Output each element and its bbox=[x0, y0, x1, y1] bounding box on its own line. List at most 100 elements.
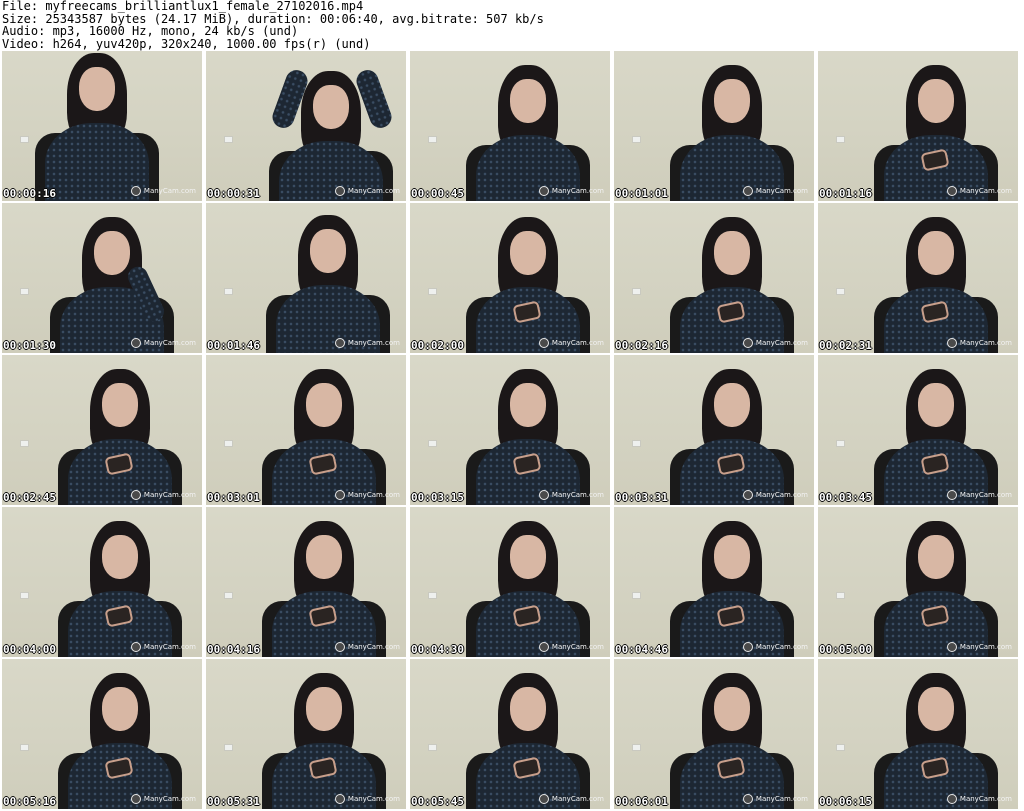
manycam-logo-icon bbox=[742, 794, 753, 804]
manycam-watermark: ManyCam.com bbox=[742, 794, 808, 804]
manycam-logo-icon bbox=[742, 186, 753, 196]
wall-outlet bbox=[224, 440, 233, 447]
manycam-watermark: ManyCam.com bbox=[130, 794, 196, 804]
watermark-text: ManyCam.com bbox=[755, 187, 808, 195]
watermark-text: ManyCam.com bbox=[959, 187, 1012, 195]
watermark-text: ManyCam.com bbox=[755, 491, 808, 499]
video-thumbnail: ManyCam.com 00:00:45 bbox=[410, 51, 610, 201]
thumbnail-timestamp: 00:02:31 bbox=[819, 339, 872, 352]
video-thumbnail: ManyCam.com 00:03:01 bbox=[206, 355, 406, 505]
manycam-watermark: ManyCam.com bbox=[130, 490, 196, 500]
thumbnail-timestamp: 00:05:00 bbox=[819, 643, 872, 656]
face bbox=[510, 383, 546, 427]
face bbox=[102, 383, 138, 427]
thumbnail-timestamp: 00:01:01 bbox=[615, 187, 668, 200]
file-info-header: File: myfreecams_brilliantlux1_female_27… bbox=[2, 0, 1020, 50]
thumbnail-timestamp: 00:03:45 bbox=[819, 491, 872, 504]
watermark-text: ManyCam.com bbox=[347, 643, 400, 651]
face bbox=[310, 229, 346, 273]
face bbox=[306, 383, 342, 427]
face bbox=[714, 687, 750, 731]
watermark-text: ManyCam.com bbox=[143, 339, 196, 347]
thumbnail-timestamp: 00:01:30 bbox=[3, 339, 56, 352]
wall-outlet bbox=[632, 592, 641, 599]
thumbnail-timestamp: 00:04:00 bbox=[3, 643, 56, 656]
face bbox=[714, 383, 750, 427]
wall-outlet bbox=[224, 136, 233, 143]
video-thumbnail: ManyCam.com 00:00:16 bbox=[2, 51, 202, 201]
watermark-text: ManyCam.com bbox=[551, 643, 604, 651]
video-thumbnail: ManyCam.com 00:01:01 bbox=[614, 51, 814, 201]
manycam-logo-icon bbox=[946, 794, 957, 804]
watermark-text: ManyCam.com bbox=[143, 491, 196, 499]
face bbox=[510, 687, 546, 731]
manycam-watermark: ManyCam.com bbox=[334, 642, 400, 652]
thumbnail-timestamp: 00:02:16 bbox=[615, 339, 668, 352]
manycam-watermark: ManyCam.com bbox=[538, 490, 604, 500]
thumbnail-timestamp: 00:02:00 bbox=[411, 339, 464, 352]
manycam-logo-icon bbox=[742, 642, 753, 652]
face bbox=[918, 535, 954, 579]
manycam-logo-icon bbox=[538, 642, 549, 652]
wall-outlet bbox=[224, 288, 233, 295]
video-thumbnail: ManyCam.com 00:02:00 bbox=[410, 203, 610, 353]
wall-outlet bbox=[20, 136, 29, 143]
thumbnail-timestamp: 00:00:45 bbox=[411, 187, 464, 200]
thumbnail-timestamp: 00:05:16 bbox=[3, 795, 56, 808]
manycam-watermark: ManyCam.com bbox=[946, 338, 1012, 348]
face bbox=[79, 67, 115, 111]
thumbnail-timestamp: 00:01:46 bbox=[207, 339, 260, 352]
manycam-logo-icon bbox=[334, 338, 345, 348]
manycam-watermark: ManyCam.com bbox=[946, 642, 1012, 652]
watermark-text: ManyCam.com bbox=[551, 491, 604, 499]
manycam-watermark: ManyCam.com bbox=[334, 794, 400, 804]
face bbox=[714, 231, 750, 275]
manycam-watermark: ManyCam.com bbox=[742, 186, 808, 196]
wall-outlet bbox=[428, 440, 437, 447]
manycam-logo-icon bbox=[538, 490, 549, 500]
face bbox=[714, 79, 750, 123]
manycam-watermark: ManyCam.com bbox=[538, 338, 604, 348]
manycam-watermark: ManyCam.com bbox=[130, 338, 196, 348]
video-thumbnail: ManyCam.com 00:03:15 bbox=[410, 355, 610, 505]
manycam-logo-icon bbox=[946, 642, 957, 652]
manycam-watermark: ManyCam.com bbox=[538, 794, 604, 804]
wall-outlet bbox=[428, 288, 437, 295]
face bbox=[918, 231, 954, 275]
thumbnail-timestamp: 00:02:45 bbox=[3, 491, 56, 504]
watermark-text: ManyCam.com bbox=[959, 643, 1012, 651]
manycam-logo-icon bbox=[538, 338, 549, 348]
manycam-watermark: ManyCam.com bbox=[538, 186, 604, 196]
video-thumbnail: ManyCam.com 00:01:16 bbox=[818, 51, 1018, 201]
video-info-line: Video: h264, yuv420p, 320x240, 1000.00 f… bbox=[2, 36, 371, 51]
manycam-logo-icon bbox=[946, 186, 957, 196]
manycam-logo-icon bbox=[334, 642, 345, 652]
manycam-watermark: ManyCam.com bbox=[334, 490, 400, 500]
manycam-watermark: ManyCam.com bbox=[334, 186, 400, 196]
manycam-logo-icon bbox=[130, 186, 141, 196]
watermark-text: ManyCam.com bbox=[755, 643, 808, 651]
video-thumbnail: ManyCam.com 00:01:30 bbox=[2, 203, 202, 353]
wall-outlet bbox=[836, 136, 845, 143]
watermark-text: ManyCam.com bbox=[755, 795, 808, 803]
manycam-logo-icon bbox=[538, 794, 549, 804]
wall-outlet bbox=[224, 592, 233, 599]
manycam-watermark: ManyCam.com bbox=[742, 490, 808, 500]
face bbox=[306, 535, 342, 579]
face bbox=[102, 687, 138, 731]
wall-outlet bbox=[20, 744, 29, 751]
video-thumbnail: ManyCam.com 00:01:46 bbox=[206, 203, 406, 353]
wall-outlet bbox=[428, 744, 437, 751]
manycam-logo-icon bbox=[130, 642, 141, 652]
manycam-watermark: ManyCam.com bbox=[130, 186, 196, 196]
wall-outlet bbox=[836, 744, 845, 751]
watermark-text: ManyCam.com bbox=[347, 795, 400, 803]
manycam-logo-icon bbox=[946, 490, 957, 500]
thumbnail-timestamp: 00:00:31 bbox=[207, 187, 260, 200]
video-thumbnail: ManyCam.com 00:02:16 bbox=[614, 203, 814, 353]
thumbnail-timestamp: 00:04:30 bbox=[411, 643, 464, 656]
wall-outlet bbox=[428, 592, 437, 599]
video-thumbnail: ManyCam.com 00:05:45 bbox=[410, 659, 610, 809]
face bbox=[313, 85, 349, 129]
face bbox=[306, 687, 342, 731]
